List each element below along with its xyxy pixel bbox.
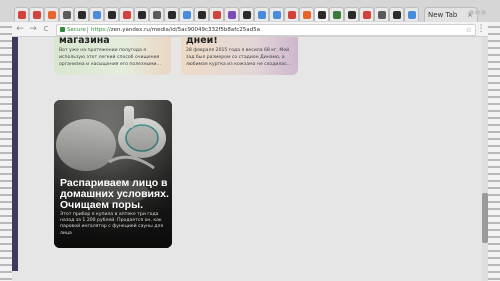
tab-favicon-icon [258, 11, 266, 19]
feed-card-top-right[interactable]: дней! 28 февраля 2015 года я весила 68 к… [181, 37, 298, 75]
scrollbar-thumb[interactable] [482, 193, 488, 243]
tab-favicon-icon [123, 11, 131, 19]
tab-favicon-icon [183, 11, 191, 19]
browser-tab[interactable] [104, 7, 119, 21]
tab-favicon-icon [378, 11, 386, 19]
browser-menu-icon[interactable]: ⋮ [476, 22, 486, 36]
tab-favicon-icon [318, 11, 326, 19]
browser-tab[interactable] [194, 7, 209, 21]
lock-icon [60, 27, 65, 32]
tab-favicon-icon [363, 11, 371, 19]
tab-favicon-icon [138, 11, 146, 19]
browser-toolbar: ← → C Secure https://zen.yandex.ru/media… [12, 22, 488, 37]
card-title: дней! [186, 37, 218, 46]
card-snippet: Вот уже на протяжении полугода я использ… [59, 48, 161, 67]
left-accent-bar [12, 37, 18, 271]
feed-card-steam-sauna[interactable]: Распариваем лицо в домашних условиях. Оч… [54, 100, 172, 248]
tab-favicon-icon [213, 11, 221, 19]
tab-favicon-icon [303, 11, 311, 19]
browser-tab[interactable] [314, 7, 329, 21]
browser-tab[interactable] [149, 7, 164, 21]
browser-tab[interactable] [359, 7, 374, 21]
tab-favicon-icon [348, 11, 356, 19]
card-title: магазина [59, 37, 110, 46]
url-text[interactable]: https://zen.yandex.ru/media/id/5ac90049c… [91, 25, 260, 35]
browser-tab[interactable] [404, 7, 419, 21]
browser-tab[interactable] [134, 7, 149, 21]
tab-favicon-icon [18, 11, 26, 19]
tab-favicon-icon [228, 11, 236, 19]
address-separator [87, 27, 88, 33]
card-snippet: 28 февраля 2015 года я весила 68 кг. Мой… [186, 48, 292, 67]
forward-button[interactable]: → [27, 22, 39, 36]
browser-tab[interactable] [284, 7, 299, 21]
browser-tab[interactable] [59, 7, 74, 21]
browser-tab[interactable] [374, 7, 389, 21]
scrollbar-track[interactable] [482, 37, 488, 281]
tab-favicon-icon [63, 11, 71, 19]
tab-strip: New Tab × [0, 0, 500, 22]
tab-favicon-icon [333, 11, 341, 19]
url-scheme: https:// [91, 27, 111, 33]
tab-favicon-icon [93, 11, 101, 19]
secure-label: Secure [67, 27, 86, 33]
tab-favicon-icon [198, 11, 206, 19]
browser-tab[interactable] [389, 7, 404, 21]
tab-favicon-icon [273, 11, 281, 19]
browser-tab[interactable] [89, 7, 104, 21]
address-bar[interactable]: Secure https://zen.yandex.ru/media/id/5a… [56, 24, 476, 36]
browser-tab[interactable] [254, 7, 269, 21]
browser-tab[interactable] [224, 7, 239, 21]
window-controls [468, 0, 486, 15]
close-window-icon[interactable] [481, 10, 486, 15]
bookmark-star-icon[interactable]: ☆ [466, 25, 472, 35]
tab-favicon-icon [408, 11, 416, 19]
browser-tab[interactable] [239, 7, 254, 21]
browser-tab[interactable] [269, 7, 284, 21]
right-decorative-border [488, 0, 500, 281]
browser-tab[interactable] [74, 7, 89, 21]
browser-tab[interactable] [299, 7, 314, 21]
tab-favicon-icon [288, 11, 296, 19]
browser-tab[interactable] [344, 7, 359, 21]
browser-tab[interactable] [179, 7, 194, 21]
tab-favicon-icon [393, 11, 401, 19]
browser-tab[interactable] [209, 7, 224, 21]
left-decorative-border [0, 0, 12, 281]
back-button[interactable]: ← [14, 22, 26, 36]
tab-new-tab-label: New Tab [428, 11, 458, 19]
browser-tab[interactable] [29, 7, 44, 21]
tab-favicon-icon [168, 11, 176, 19]
maximize-icon[interactable] [475, 10, 480, 15]
feed-card-top-left[interactable]: магазина Вот уже на протяжении полугода … [54, 37, 171, 75]
browser-tab[interactable] [164, 7, 179, 21]
browser-tab[interactable] [44, 7, 59, 21]
reload-button[interactable]: C [40, 22, 52, 36]
tab-favicon-icon [48, 11, 56, 19]
url-path: zen.yandex.ru/media/id/5ac90049c332f5b8a… [110, 27, 260, 33]
browser-tab[interactable] [329, 7, 344, 21]
browser-tab[interactable] [119, 7, 134, 21]
tab-favicon-icon [243, 11, 251, 19]
tab-favicon-icon [108, 11, 116, 19]
card-snippet: Этот прибор я купила в аптеке три года н… [60, 212, 164, 236]
tab-favicon-icon [78, 11, 86, 19]
browser-tab[interactable] [14, 7, 29, 21]
minimize-icon[interactable] [469, 10, 474, 15]
card-title: Распариваем лицо в домашних условиях. Оч… [60, 177, 169, 211]
tab-favicon-icon [33, 11, 41, 19]
tab-favicon-icon [153, 11, 161, 19]
